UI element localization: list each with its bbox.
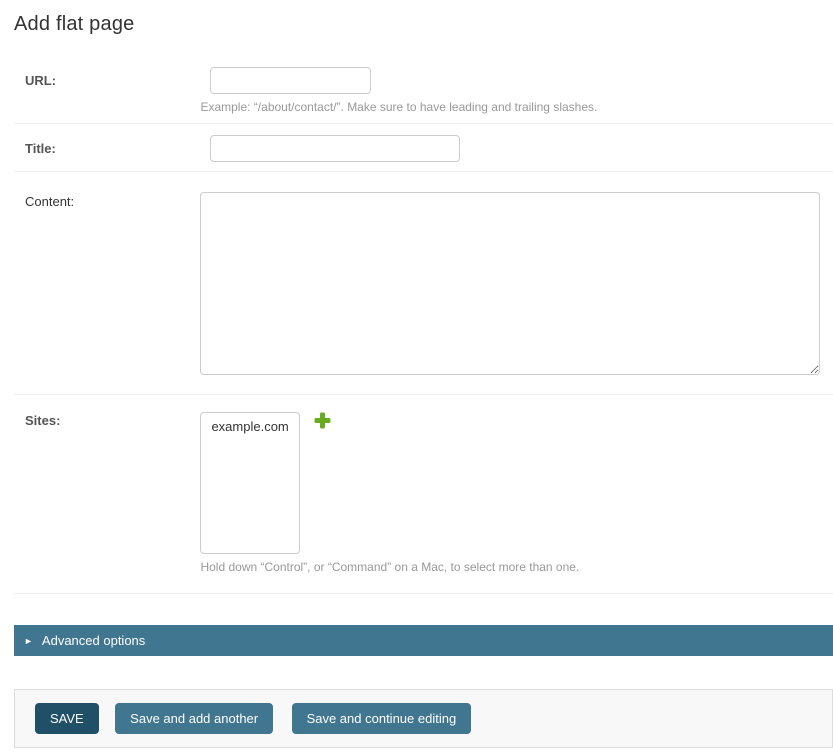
url-fieldbox: Example: “/about/contact/”. Make sure to… xyxy=(200,67,597,114)
content-label: Content: xyxy=(25,192,196,209)
sites-option[interactable]: example.com xyxy=(201,413,299,438)
submit-row: SAVE Save and add another Save and conti… xyxy=(14,689,833,748)
save-and-continue-editing-button[interactable]: Save and continue editing xyxy=(292,703,472,734)
form-row-sites: Sites: example.com Hold down “Control”, … xyxy=(14,395,833,594)
form-row-url: URL: Example: “/about/contact/”. Make su… xyxy=(14,56,833,124)
content-textarea[interactable] xyxy=(200,192,820,375)
url-label: URL: xyxy=(25,67,196,88)
url-input[interactable] xyxy=(210,67,371,94)
sites-help-text: Hold down “Control”, or “Command” on a M… xyxy=(200,560,579,574)
form-row-content: Content: xyxy=(14,172,833,395)
sites-fieldbox: example.com Hold down “Control”, or “Com… xyxy=(200,412,579,574)
save-button[interactable]: SAVE xyxy=(35,703,99,734)
add-site-button[interactable] xyxy=(314,412,331,429)
page-title: Add flat page xyxy=(14,0,833,36)
form-row-title: Title: xyxy=(14,124,833,172)
url-help-text: Example: “/about/contact/”. Make sure to… xyxy=(200,100,597,114)
advanced-options-toggle[interactable]: ► Advanced options xyxy=(14,625,833,656)
advanced-options-label: Advanced options xyxy=(42,633,145,648)
sites-label: Sites: xyxy=(25,412,196,428)
add-icon xyxy=(314,412,331,429)
title-input[interactable] xyxy=(210,135,460,162)
content-fieldbox xyxy=(200,192,820,380)
flatpage-form: URL: Example: “/about/contact/”. Make su… xyxy=(14,56,833,748)
collapse-arrow-icon: ► xyxy=(24,626,33,657)
title-label: Title: xyxy=(25,135,196,156)
title-fieldbox xyxy=(200,135,460,162)
save-and-add-another-button[interactable]: Save and add another xyxy=(115,703,273,734)
sites-select[interactable]: example.com xyxy=(200,412,300,554)
content-area: Add flat page URL: Example: “/about/cont… xyxy=(14,0,833,748)
